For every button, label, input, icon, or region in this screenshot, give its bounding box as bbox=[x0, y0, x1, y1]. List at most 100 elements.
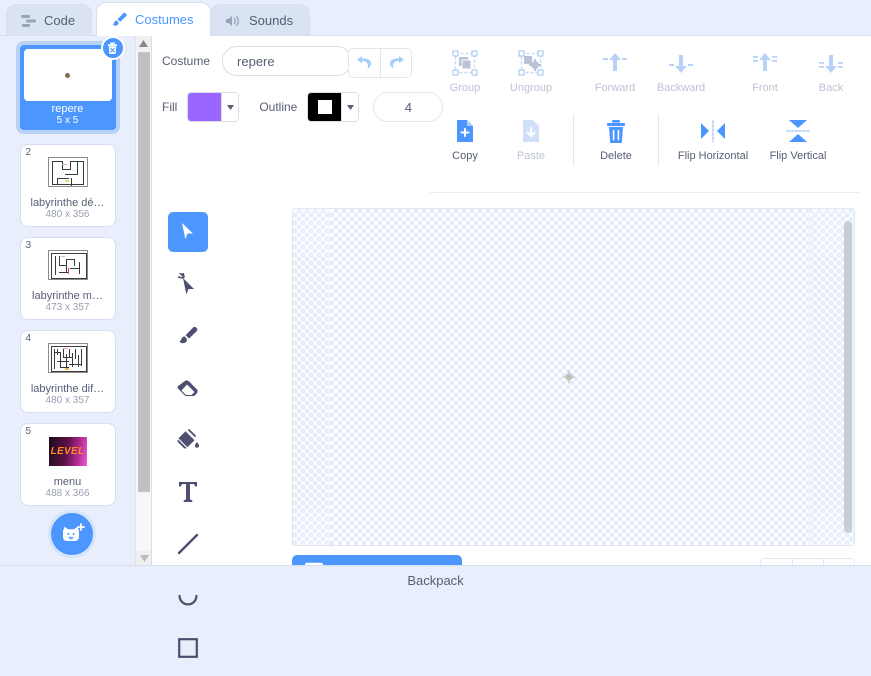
backpack-bar[interactable]: Backpack bbox=[0, 565, 871, 595]
list-item-size: 488 x 366 bbox=[21, 488, 115, 503]
outline-color-swatch[interactable] bbox=[308, 93, 341, 121]
paint-bucket-icon bbox=[176, 428, 200, 452]
costume-list: 1 repere 5 x 5 2 bbox=[0, 36, 135, 566]
front-icon bbox=[752, 48, 778, 78]
canvas-scrollbar[interactable] bbox=[844, 217, 852, 537]
reshape-icon bbox=[178, 273, 198, 295]
backward-button[interactable]: Backward bbox=[648, 42, 714, 102]
back-icon bbox=[818, 48, 844, 78]
costume-selector: 1 repere 5 x 5 2 bbox=[0, 36, 152, 566]
forward-button[interactable]: Forward bbox=[582, 42, 648, 102]
drawing-canvas[interactable] bbox=[292, 208, 855, 546]
ungroup-button-label: Ungroup bbox=[510, 82, 552, 94]
list-item-label: labyrinthe dif… bbox=[21, 383, 115, 395]
list-item-number: 1 bbox=[27, 49, 33, 60]
undo-redo-group bbox=[348, 48, 412, 78]
copy-button[interactable]: Copy bbox=[432, 110, 498, 170]
costume-art-dot bbox=[65, 73, 70, 78]
list-item-label: labyrinthe m… bbox=[21, 290, 115, 302]
list-item-thumbnail bbox=[27, 242, 109, 288]
toolbar-divider bbox=[430, 192, 859, 193]
list-item[interactable]: 5 LEVEL menu 488 x 366 bbox=[20, 423, 116, 506]
chevron-down-icon[interactable] bbox=[341, 93, 358, 121]
delete-button[interactable]: Delete bbox=[583, 110, 649, 170]
costume-art-level: LEVEL bbox=[49, 437, 87, 466]
scrollbar-thumb[interactable] bbox=[138, 52, 150, 492]
backward-button-label: Backward bbox=[657, 82, 705, 94]
rectangle-icon bbox=[177, 637, 199, 659]
scroll-up-arrow[interactable] bbox=[136, 36, 151, 51]
tool-rectangle[interactable] bbox=[168, 628, 208, 668]
arrow-select-icon bbox=[180, 222, 196, 242]
redo-button[interactable] bbox=[380, 49, 411, 77]
costume-name-input[interactable] bbox=[222, 46, 352, 76]
back-button[interactable]: Back bbox=[798, 42, 864, 102]
scrollbar-thumb[interactable] bbox=[844, 221, 852, 533]
tool-line[interactable] bbox=[168, 524, 208, 564]
canvas-artboard[interactable] bbox=[329, 209, 809, 545]
tool-reshape[interactable] bbox=[168, 264, 208, 304]
list-item-size: 480 x 357 bbox=[21, 395, 115, 410]
line-icon bbox=[177, 533, 199, 555]
list-item-number: 4 bbox=[26, 333, 32, 344]
list-item-label: repere bbox=[20, 103, 116, 115]
group-button[interactable]: Group bbox=[432, 42, 498, 102]
undo-button[interactable] bbox=[349, 49, 380, 77]
speaker-icon bbox=[225, 14, 242, 28]
ungroup-button[interactable]: Ungroup bbox=[498, 42, 564, 102]
fill-label: Fill bbox=[162, 100, 177, 114]
list-item[interactable]: 1 repere 5 x 5 bbox=[16, 41, 120, 134]
list-item[interactable]: 2 bbox=[20, 144, 116, 227]
costume-editor: 1 repere 5 x 5 2 bbox=[0, 35, 871, 565]
tool-palette bbox=[164, 208, 276, 676]
tab-sounds[interactable]: Sounds bbox=[210, 4, 310, 36]
eraser-icon bbox=[176, 379, 200, 397]
list-item-thumbnail bbox=[24, 49, 112, 101]
fill-color-picker[interactable] bbox=[187, 92, 239, 122]
list-item-label: labyrinthe dé… bbox=[21, 197, 115, 209]
paint-editor: Costume Fill bbox=[152, 36, 871, 566]
paste-icon bbox=[519, 116, 543, 146]
scroll-down-arrow[interactable] bbox=[136, 551, 152, 566]
mode-tools-row-edit: Copy Paste bbox=[432, 110, 863, 170]
delete-costume-button[interactable] bbox=[101, 36, 125, 60]
divider bbox=[658, 114, 659, 166]
outline-color-picker[interactable] bbox=[307, 92, 359, 122]
tool-fill[interactable] bbox=[168, 420, 208, 460]
costume-list-scrollbar[interactable] bbox=[135, 36, 151, 566]
divider bbox=[573, 114, 574, 166]
list-item[interactable]: 4 bbox=[20, 330, 116, 413]
add-costume-button[interactable] bbox=[48, 510, 96, 558]
backpack-label: Backpack bbox=[407, 573, 463, 588]
list-item-label: menu bbox=[21, 476, 115, 488]
tab-costumes[interactable]: Costumes bbox=[96, 2, 211, 36]
paintbrush-icon bbox=[111, 12, 128, 28]
front-button-label: Front bbox=[752, 82, 778, 94]
tool-select[interactable] bbox=[168, 212, 208, 252]
list-item[interactable]: 3 bbox=[20, 237, 116, 320]
flip-vertical-button[interactable]: Flip Vertical bbox=[758, 110, 838, 170]
tool-brush[interactable] bbox=[168, 316, 208, 356]
tab-code[interactable]: Code bbox=[6, 4, 92, 36]
mode-tools: Group bbox=[432, 42, 863, 187]
tool-text[interactable] bbox=[168, 472, 208, 512]
trash-icon bbox=[605, 116, 627, 146]
text-icon bbox=[178, 481, 198, 503]
list-item-thumbnail: LEVEL bbox=[27, 428, 109, 474]
style-controls-row: Fill Outline bbox=[162, 92, 443, 122]
tab-costumes-label: Costumes bbox=[135, 12, 194, 27]
fill-color-swatch[interactable] bbox=[188, 93, 221, 121]
tab-code-label: Code bbox=[44, 13, 75, 28]
canvas-center-marker bbox=[560, 368, 578, 386]
outline-label: Outline bbox=[259, 100, 297, 114]
forward-button-label: Forward bbox=[595, 82, 635, 94]
mode-tools-row-arrange: Group bbox=[432, 42, 863, 102]
flip-horizontal-button-label: Flip Horizontal bbox=[678, 150, 748, 162]
list-item-size: 5 x 5 bbox=[20, 115, 116, 130]
front-button[interactable]: Front bbox=[732, 42, 798, 102]
chevron-down-icon[interactable] bbox=[221, 93, 238, 121]
paste-button[interactable]: Paste bbox=[498, 110, 564, 170]
trash-icon bbox=[106, 42, 119, 55]
tool-eraser[interactable] bbox=[168, 368, 208, 408]
flip-horizontal-button[interactable]: Flip Horizontal bbox=[668, 110, 758, 170]
